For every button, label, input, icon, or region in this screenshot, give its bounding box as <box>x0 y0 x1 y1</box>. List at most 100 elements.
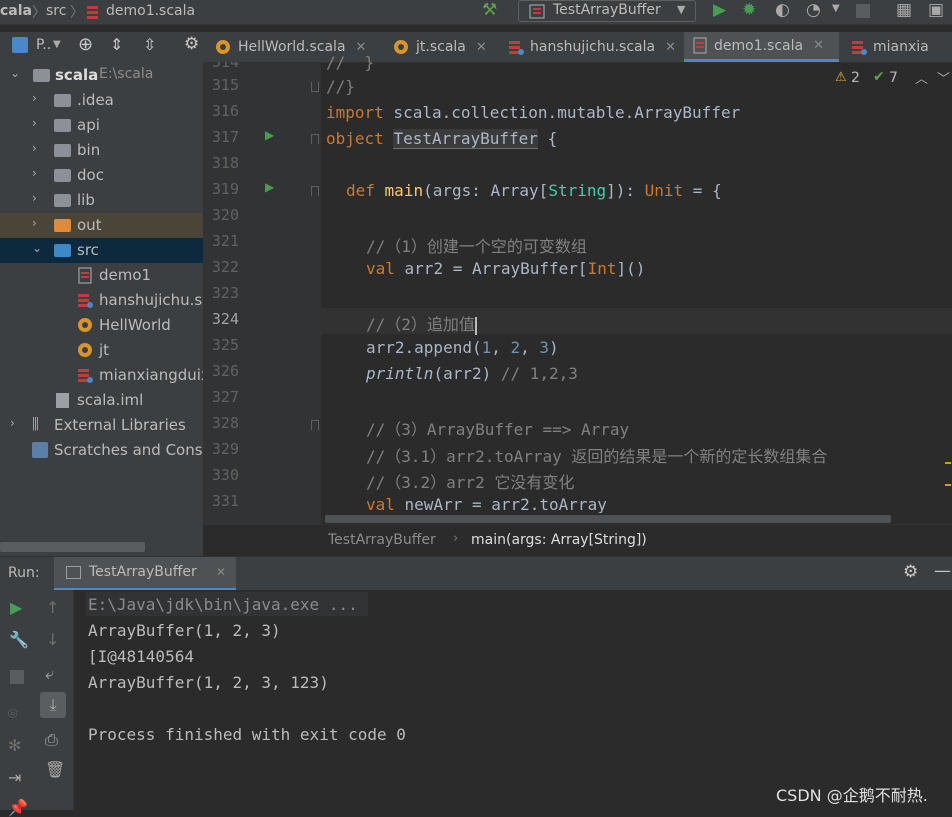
chevron-right-icon[interactable]: › <box>32 91 37 105</box>
hammer-icon[interactable]: ⚒ <box>482 0 497 20</box>
tab-mianxia[interactable]: mianxia <box>843 32 937 62</box>
chevron-up-icon[interactable]: ︿ <box>915 68 928 87</box>
debug-icon[interactable]: ✹ <box>742 0 756 20</box>
locate-icon[interactable]: ⊕ <box>78 34 93 55</box>
warning-count: 2 <box>851 70 860 86</box>
check-icon[interactable]: ✔ <box>873 69 885 85</box>
folder-icon <box>54 119 71 132</box>
keyword: val <box>366 495 395 513</box>
login-icon[interactable]: ⇥ <box>8 768 21 787</box>
run-tab[interactable]: TestArrayBuffer ✕ <box>54 557 236 591</box>
tab-jt[interactable]: jt.scala ✕ <box>386 32 495 62</box>
fold-icon[interactable] <box>311 82 319 92</box>
chevron-down-icon[interactable]: ﹀ <box>937 68 950 87</box>
window-icon[interactable]: ▣ <box>928 0 944 20</box>
fold-icon[interactable] <box>311 420 319 430</box>
chevron-down-icon[interactable]: ▼ <box>53 39 61 50</box>
close-icon[interactable]: ✕ <box>813 38 824 53</box>
tree-item-mianxiangduix[interactable]: mianxiangduix <box>0 363 203 388</box>
chevron-right-icon[interactable]: › <box>10 416 15 430</box>
close-icon[interactable]: ✕ <box>216 565 226 579</box>
tree-item-idea[interactable]: › .idea <box>0 88 203 113</box>
line-number: 326 <box>211 362 239 380</box>
chevron-right-icon[interactable]: › <box>32 166 37 180</box>
chevron-down-icon[interactable]: ⌄ <box>32 241 42 255</box>
project-structure-icon[interactable]: ▦ <box>896 0 912 20</box>
tab-hanshujichu[interactable]: hanshujichu.scala ✕ <box>500 32 684 62</box>
tree-item-out[interactable]: › out <box>0 213 203 238</box>
chevron-right-icon[interactable]: › <box>32 191 37 205</box>
tree-root[interactable]: ⌄ scala E:\scala <box>0 63 203 88</box>
horizontal-scrollbar[interactable] <box>325 515 891 523</box>
type-name: Int <box>587 259 617 278</box>
gear-icon[interactable]: ⚙ <box>184 34 199 54</box>
tree-item-doc[interactable]: › doc <box>0 163 203 188</box>
wrench-icon[interactable]: 🔧 <box>9 630 29 649</box>
libraries-icon: ⫼ <box>32 415 39 433</box>
chevron-right-icon[interactable]: › <box>32 216 37 230</box>
tree-item-iml[interactable]: scala.iml <box>0 388 203 413</box>
code-line-321: //（1）创建一个空的可变数组 <box>366 237 587 256</box>
tree-item-label: scala.iml <box>77 391 144 409</box>
camera-icon[interactable]: ⌾ <box>8 704 18 724</box>
tree-item-src[interactable]: ⌄ src <box>0 238 203 263</box>
tree-item-lib[interactable]: › lib <box>0 188 203 213</box>
breadcrumb-src[interactable]: src <box>46 3 66 19</box>
expand-all-icon[interactable]: ⇕ <box>110 35 123 54</box>
chevron-right-icon[interactable]: › <box>32 116 37 130</box>
chevron-down-icon[interactable]: ▼ <box>832 3 840 14</box>
tree-item-external-libraries[interactable]: › ⫼ External Libraries <box>0 413 203 438</box>
print-icon[interactable]: ⎙ <box>45 730 58 750</box>
minimize-icon[interactable]: — <box>934 561 951 581</box>
project-view-icon[interactable] <box>12 37 28 53</box>
fold-icon[interactable] <box>311 134 319 144</box>
line-number: 318 <box>211 154 239 172</box>
tree-item-label: .idea <box>77 91 114 109</box>
coverage-icon[interactable]: ◐ <box>775 0 790 20</box>
run-configuration-select[interactable]: TestArrayBuffer ▼ <box>518 0 696 22</box>
tree-item-scratches[interactable]: Scratches and Conso <box>0 438 203 463</box>
tree-item-hellworld[interactable]: HellWorld <box>0 313 203 338</box>
tree-item-demo1[interactable]: demo1 <box>0 263 203 288</box>
object-name: TestArrayBuffer <box>393 129 538 149</box>
soft-wrap-icon[interactable]: ⤶ <box>45 664 54 684</box>
scala-file-icon <box>693 37 707 54</box>
arrow-down-icon[interactable]: ↓ <box>46 630 59 649</box>
close-icon[interactable]: ✕ <box>665 40 676 55</box>
code-line-317: object TestArrayBuffer { <box>326 129 557 149</box>
horizontal-scrollbar[interactable] <box>0 542 145 552</box>
run-gutter-icon[interactable]: ▶ <box>265 180 274 194</box>
close-icon[interactable]: ✕ <box>476 40 487 55</box>
breadcrumb-object[interactable]: TestArrayBuffer <box>328 532 436 548</box>
scroll-to-end-icon[interactable]: ⤓ <box>40 692 66 718</box>
fold-icon[interactable] <box>311 186 319 196</box>
chevron-right-icon[interactable]: › <box>32 141 37 155</box>
trash-icon[interactable]: 🗑 <box>45 760 65 779</box>
project-view-label[interactable]: P.. <box>36 37 51 53</box>
profile-icon[interactable]: ◔ <box>806 0 821 20</box>
tree-item-jt[interactable]: jt <box>0 338 203 363</box>
code-text: newArr = arr2.toArray <box>394 495 607 513</box>
breadcrumb-file[interactable]: demo1.scala <box>106 3 195 19</box>
stop-icon[interactable] <box>856 4 870 18</box>
collapse-all-icon[interactable]: ⇳ <box>143 35 156 54</box>
arrow-up-icon[interactable]: ↑ <box>46 598 59 617</box>
breadcrumb-project[interactable]: cala <box>0 3 32 19</box>
number-literal: 2 <box>510 338 521 357</box>
tab-demo1[interactable]: demo1.scala ✕ <box>684 32 839 62</box>
line-number: 328 <box>211 414 239 432</box>
tree-item-bin[interactable]: › bin <box>0 138 203 163</box>
run-gutter-icon[interactable]: ▶ <box>265 128 274 142</box>
code-text: , <box>491 338 511 357</box>
pin-icon[interactable]: 📌 <box>8 798 28 817</box>
gear-icon[interactable]: ⚙ <box>903 562 918 582</box>
warning-icon[interactable]: ⚠ <box>835 70 847 85</box>
run-icon[interactable]: ▶ <box>713 0 726 20</box>
rerun-icon[interactable]: ▶ <box>10 598 22 617</box>
tree-item-api[interactable]: › api <box>0 113 203 138</box>
stop-icon[interactable] <box>10 670 24 684</box>
tree-item-hanshujichu[interactable]: hanshujichu.sc <box>0 288 203 313</box>
chevron-down-icon[interactable]: ⌄ <box>10 66 20 80</box>
breadcrumb-method[interactable]: main(args: Array[String]) <box>471 532 647 548</box>
debugger-icon[interactable]: ✻ <box>8 736 21 755</box>
